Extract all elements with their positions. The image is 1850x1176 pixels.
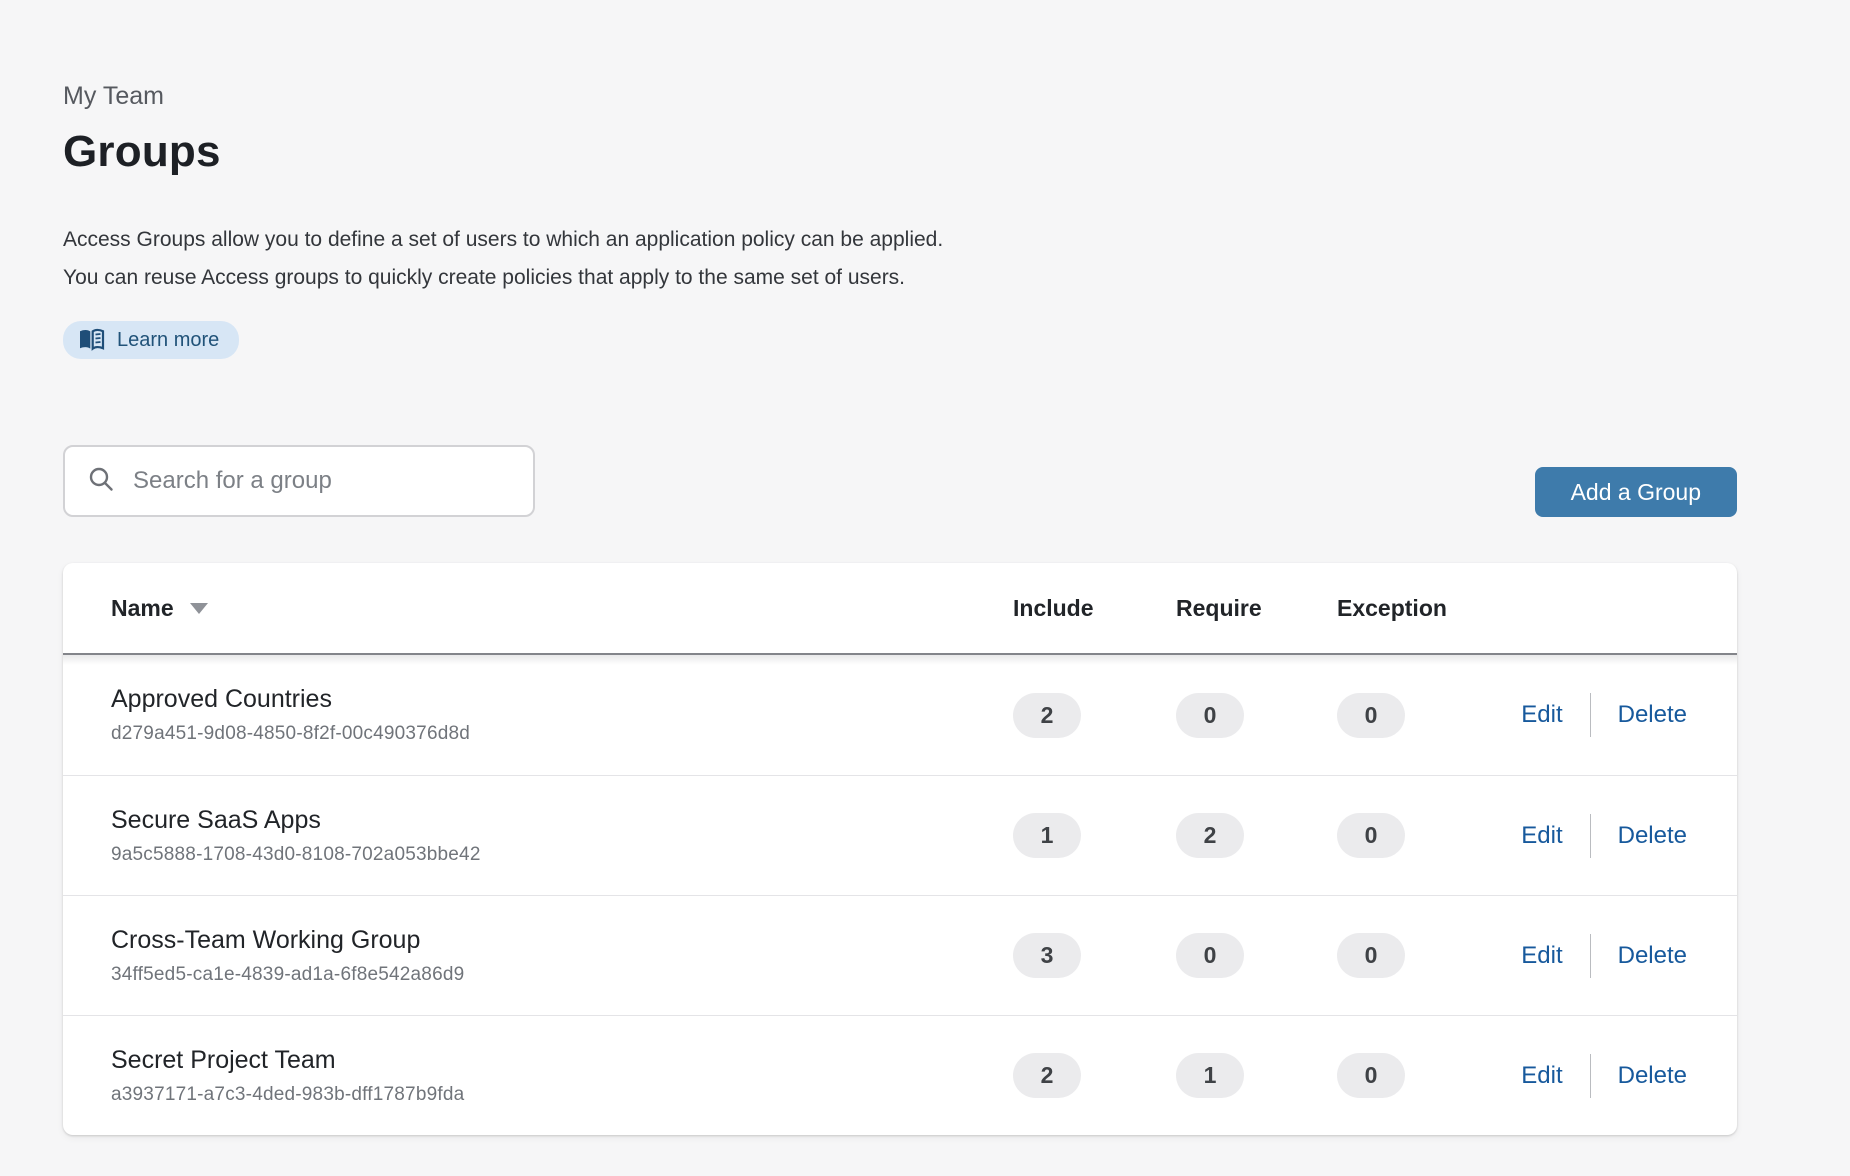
name-column-label: Name	[111, 595, 174, 622]
group-uuid: 34ff5ed5-ca1e-4839-ad1a-6f8e542a86d9	[111, 964, 1013, 986]
table-row: Cross-Team Working Group 34ff5ed5-ca1e-4…	[63, 895, 1737, 1015]
require-count-cell: 0	[1176, 933, 1337, 978]
row-actions-cell: Edit Delete	[1517, 814, 1689, 858]
exception-count-badge: 0	[1337, 693, 1405, 738]
description-line-1: Access Groups allow you to define a set …	[63, 221, 1737, 259]
exception-count-badge: 0	[1337, 1053, 1405, 1098]
delete-link[interactable]: Delete	[1618, 822, 1687, 850]
exception-count-badge: 0	[1337, 813, 1405, 858]
add-group-button[interactable]: Add a Group	[1535, 467, 1737, 517]
table-header-row: Name Include Require Exception	[63, 563, 1737, 655]
delete-link[interactable]: Delete	[1618, 1062, 1687, 1090]
exception-count-cell: 0	[1337, 813, 1517, 858]
column-header-name[interactable]: Name	[111, 595, 1013, 622]
group-name-cell: Secure SaaS Apps 9a5c5888-1708-43d0-8108…	[111, 806, 1013, 866]
include-count-badge: 2	[1013, 693, 1081, 738]
include-count-badge: 3	[1013, 933, 1081, 978]
delete-link[interactable]: Delete	[1618, 942, 1687, 970]
action-divider	[1590, 1054, 1591, 1098]
column-header-include: Include	[1013, 595, 1176, 622]
page-title: Groups	[63, 127, 1737, 177]
toolbar: Add a Group	[63, 445, 1737, 517]
group-search-box[interactable]	[63, 445, 535, 517]
include-count-badge: 1	[1013, 813, 1081, 858]
require-count-cell: 1	[1176, 1053, 1337, 1098]
include-count-badge: 2	[1013, 1053, 1081, 1098]
require-count-badge: 1	[1176, 1053, 1244, 1098]
group-name-cell: Approved Countries d279a451-9d08-4850-8f…	[111, 685, 1013, 745]
group-uuid: d279a451-9d08-4850-8f2f-00c490376d8d	[111, 723, 1013, 745]
action-divider	[1590, 934, 1591, 978]
exception-count-cell: 0	[1337, 933, 1517, 978]
group-name: Secret Project Team	[111, 1046, 1013, 1075]
include-count-cell: 2	[1013, 1053, 1176, 1098]
group-name-cell: Secret Project Team a3937171-a7c3-4ded-9…	[111, 1046, 1013, 1106]
book-icon	[78, 328, 105, 352]
row-actions-cell: Edit Delete	[1517, 693, 1689, 737]
require-count-badge: 0	[1176, 933, 1244, 978]
row-actions-cell: Edit Delete	[1517, 1054, 1689, 1098]
group-name: Approved Countries	[111, 685, 1013, 714]
column-header-require: Require	[1176, 595, 1337, 622]
require-count-cell: 0	[1176, 693, 1337, 738]
require-count-badge: 2	[1176, 813, 1244, 858]
action-divider	[1590, 814, 1591, 858]
require-count-cell: 2	[1176, 813, 1337, 858]
learn-more-button[interactable]: Learn more	[63, 321, 239, 359]
edit-link[interactable]: Edit	[1521, 701, 1562, 729]
action-divider	[1590, 693, 1591, 737]
exception-count-badge: 0	[1337, 933, 1405, 978]
groups-table: Name Include Require Exception Approved …	[63, 563, 1737, 1135]
include-count-cell: 3	[1013, 933, 1176, 978]
column-header-exception: Exception	[1337, 595, 1517, 622]
edit-link[interactable]: Edit	[1521, 1062, 1562, 1090]
group-uuid: 9a5c5888-1708-43d0-8108-702a053bbe42	[111, 844, 1013, 866]
learn-more-label: Learn more	[117, 329, 219, 352]
group-name-cell: Cross-Team Working Group 34ff5ed5-ca1e-4…	[111, 926, 1013, 986]
edit-link[interactable]: Edit	[1521, 942, 1562, 970]
search-icon	[87, 465, 115, 498]
edit-link[interactable]: Edit	[1521, 822, 1562, 850]
search-input[interactable]	[133, 467, 511, 495]
group-name: Secure SaaS Apps	[111, 806, 1013, 835]
row-actions-cell: Edit Delete	[1517, 934, 1689, 978]
delete-link[interactable]: Delete	[1618, 701, 1687, 729]
exception-count-cell: 0	[1337, 693, 1517, 738]
include-count-cell: 2	[1013, 693, 1176, 738]
table-row: Approved Countries d279a451-9d08-4850-8f…	[63, 655, 1737, 775]
description-line-2: You can reuse Access groups to quickly c…	[63, 259, 1737, 297]
breadcrumb: My Team	[63, 82, 1737, 111]
table-body: Approved Countries d279a451-9d08-4850-8f…	[63, 655, 1737, 1135]
exception-count-cell: 0	[1337, 1053, 1517, 1098]
group-name: Cross-Team Working Group	[111, 926, 1013, 955]
table-row: Secure SaaS Apps 9a5c5888-1708-43d0-8108…	[63, 775, 1737, 895]
table-row: Secret Project Team a3937171-a7c3-4ded-9…	[63, 1015, 1737, 1135]
include-count-cell: 1	[1013, 813, 1176, 858]
sort-descending-caret-icon	[190, 603, 208, 614]
require-count-badge: 0	[1176, 693, 1244, 738]
group-uuid: a3937171-a7c3-4ded-983b-dff1787b9fda	[111, 1084, 1013, 1106]
page-description: Access Groups allow you to define a set …	[63, 221, 1737, 297]
